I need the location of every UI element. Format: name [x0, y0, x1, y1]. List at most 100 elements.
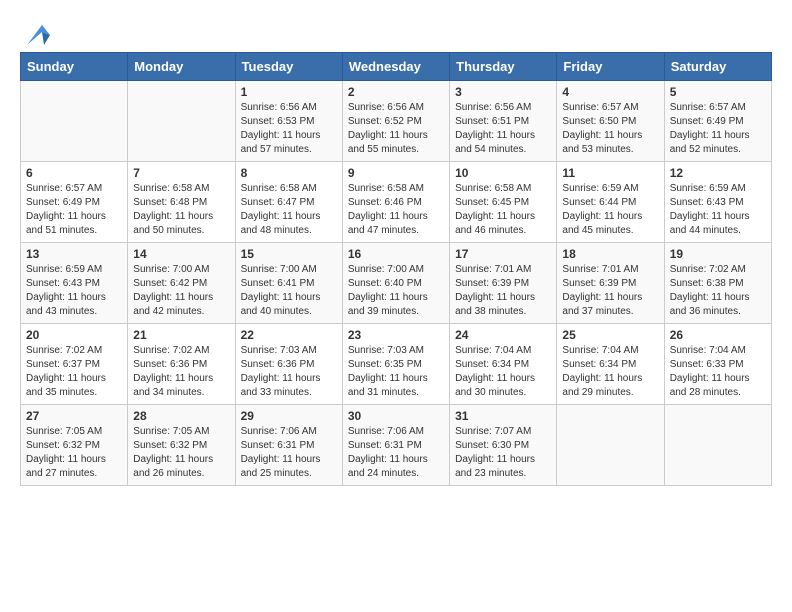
- calendar-cell: [557, 405, 664, 486]
- day-info: Sunrise: 6:57 AM Sunset: 6:50 PM Dayligh…: [562, 101, 658, 157]
- day-number: 17: [455, 247, 551, 261]
- day-number: 30: [348, 409, 444, 423]
- calendar-cell: 8 Sunrise: 6:58 AM Sunset: 6:47 PM Daylig…: [235, 162, 342, 243]
- day-info: Sunrise: 6:58 AM Sunset: 6:47 PM Dayligh…: [241, 182, 337, 238]
- day-info: Sunrise: 6:57 AM Sunset: 6:49 PM Dayligh…: [670, 101, 766, 157]
- day-number: 23: [348, 328, 444, 342]
- calendar-cell: 20 Sunrise: 7:02 AM Sunset: 6:37 PM Dayli…: [21, 324, 128, 405]
- day-number: 19: [670, 247, 766, 261]
- calendar-cell: 16 Sunrise: 7:00 AM Sunset: 6:40 PM Dayli…: [342, 243, 449, 324]
- calendar-cell: 3 Sunrise: 6:56 AM Sunset: 6:51 PM Daylig…: [450, 81, 557, 162]
- calendar-cell: 9 Sunrise: 6:58 AM Sunset: 6:46 PM Daylig…: [342, 162, 449, 243]
- day-info: Sunrise: 6:58 AM Sunset: 6:46 PM Dayligh…: [348, 182, 444, 238]
- day-number: 3: [455, 85, 551, 99]
- day-number: 29: [241, 409, 337, 423]
- logo: [20, 20, 52, 42]
- logo-icon: [22, 20, 52, 50]
- calendar-cell: 1 Sunrise: 6:56 AM Sunset: 6:53 PM Daylig…: [235, 81, 342, 162]
- day-info: Sunrise: 6:58 AM Sunset: 6:48 PM Dayligh…: [133, 182, 229, 238]
- day-info: Sunrise: 7:01 AM Sunset: 6:39 PM Dayligh…: [562, 263, 658, 319]
- day-number: 28: [133, 409, 229, 423]
- day-number: 10: [455, 166, 551, 180]
- day-info: Sunrise: 7:04 AM Sunset: 6:34 PM Dayligh…: [455, 344, 551, 400]
- day-number: 8: [241, 166, 337, 180]
- calendar-cell: 25 Sunrise: 7:04 AM Sunset: 6:34 PM Dayli…: [557, 324, 664, 405]
- calendar-cell: 2 Sunrise: 6:56 AM Sunset: 6:52 PM Daylig…: [342, 81, 449, 162]
- calendar-cell: 23 Sunrise: 7:03 AM Sunset: 6:35 PM Dayli…: [342, 324, 449, 405]
- calendar-cell: [664, 405, 771, 486]
- day-info: Sunrise: 6:57 AM Sunset: 6:49 PM Dayligh…: [26, 182, 122, 238]
- calendar-cell: 13 Sunrise: 6:59 AM Sunset: 6:43 PM Dayli…: [21, 243, 128, 324]
- day-number: 16: [348, 247, 444, 261]
- calendar-cell: 7Sunrise: 6:58 AM Sunset: 6:48 PM Daylig…: [128, 162, 235, 243]
- day-number: 2: [348, 85, 444, 99]
- column-header-tuesday: Tuesday: [235, 53, 342, 81]
- calendar-cell: 28 Sunrise: 7:05 AM Sunset: 6:32 PM Dayli…: [128, 405, 235, 486]
- day-number: 26: [670, 328, 766, 342]
- day-info: Sunrise: 7:02 AM Sunset: 6:37 PM Dayligh…: [26, 344, 122, 400]
- column-header-thursday: Thursday: [450, 53, 557, 81]
- calendar-cell: 17 Sunrise: 7:01 AM Sunset: 6:39 PM Dayli…: [450, 243, 557, 324]
- day-number: 22: [241, 328, 337, 342]
- column-header-monday: Monday: [128, 53, 235, 81]
- column-header-friday: Friday: [557, 53, 664, 81]
- day-number: 24: [455, 328, 551, 342]
- day-info: Sunrise: 6:59 AM Sunset: 6:44 PM Dayligh…: [562, 182, 658, 238]
- day-number: 27: [26, 409, 122, 423]
- calendar-cell: 5Sunrise: 6:57 AM Sunset: 6:49 PM Daylig…: [664, 81, 771, 162]
- day-number: 6: [26, 166, 122, 180]
- day-number: 11: [562, 166, 658, 180]
- calendar-cell: 12Sunrise: 6:59 AM Sunset: 6:43 PM Dayli…: [664, 162, 771, 243]
- calendar-cell: 27 Sunrise: 7:05 AM Sunset: 6:32 PM Dayli…: [21, 405, 128, 486]
- calendar-cell: 10 Sunrise: 6:58 AM Sunset: 6:45 PM Dayli…: [450, 162, 557, 243]
- day-info: Sunrise: 7:03 AM Sunset: 6:36 PM Dayligh…: [241, 344, 337, 400]
- day-info: Sunrise: 7:02 AM Sunset: 6:38 PM Dayligh…: [670, 263, 766, 319]
- day-number: 12: [670, 166, 766, 180]
- calendar-cell: 4 Sunrise: 6:57 AM Sunset: 6:50 PM Daylig…: [557, 81, 664, 162]
- day-info: Sunrise: 7:02 AM Sunset: 6:36 PM Dayligh…: [133, 344, 229, 400]
- day-info: Sunrise: 6:58 AM Sunset: 6:45 PM Dayligh…: [455, 182, 551, 238]
- week-row-3: 13 Sunrise: 6:59 AM Sunset: 6:43 PM Dayli…: [21, 243, 772, 324]
- day-number: 1: [241, 85, 337, 99]
- week-row-2: 6 Sunrise: 6:57 AM Sunset: 6:49 PM Daylig…: [21, 162, 772, 243]
- calendar-cell: 14Sunrise: 7:00 AM Sunset: 6:42 PM Dayli…: [128, 243, 235, 324]
- calendar-cell: 6 Sunrise: 6:57 AM Sunset: 6:49 PM Daylig…: [21, 162, 128, 243]
- day-info: Sunrise: 7:05 AM Sunset: 6:32 PM Dayligh…: [133, 425, 229, 481]
- day-number: 25: [562, 328, 658, 342]
- calendar-cell: 31Sunrise: 7:07 AM Sunset: 6:30 PM Dayli…: [450, 405, 557, 486]
- calendar-cell: 22 Sunrise: 7:03 AM Sunset: 6:36 PM Dayli…: [235, 324, 342, 405]
- day-info: Sunrise: 7:00 AM Sunset: 6:40 PM Dayligh…: [348, 263, 444, 319]
- day-info: Sunrise: 7:05 AM Sunset: 6:32 PM Dayligh…: [26, 425, 122, 481]
- week-row-4: 20 Sunrise: 7:02 AM Sunset: 6:37 PM Dayli…: [21, 324, 772, 405]
- calendar-cell: 11 Sunrise: 6:59 AM Sunset: 6:44 PM Dayli…: [557, 162, 664, 243]
- day-number: 13: [26, 247, 122, 261]
- day-info: Sunrise: 7:04 AM Sunset: 6:33 PM Dayligh…: [670, 344, 766, 400]
- calendar-cell: 19 Sunrise: 7:02 AM Sunset: 6:38 PM Dayli…: [664, 243, 771, 324]
- column-header-sunday: Sunday: [21, 53, 128, 81]
- page-header: [20, 20, 772, 42]
- day-info: Sunrise: 7:07 AM Sunset: 6:30 PM Dayligh…: [455, 425, 551, 481]
- column-header-saturday: Saturday: [664, 53, 771, 81]
- day-info: Sunrise: 6:59 AM Sunset: 6:43 PM Dayligh…: [26, 263, 122, 319]
- day-number: 14: [133, 247, 229, 261]
- day-info: Sunrise: 6:56 AM Sunset: 6:53 PM Dayligh…: [241, 101, 337, 157]
- day-number: 9: [348, 166, 444, 180]
- day-number: 21: [133, 328, 229, 342]
- calendar-cell: [128, 81, 235, 162]
- calendar-cell: 24 Sunrise: 7:04 AM Sunset: 6:34 PM Dayli…: [450, 324, 557, 405]
- week-row-5: 27 Sunrise: 7:05 AM Sunset: 6:32 PM Dayli…: [21, 405, 772, 486]
- day-info: Sunrise: 7:01 AM Sunset: 6:39 PM Dayligh…: [455, 263, 551, 319]
- day-number: 20: [26, 328, 122, 342]
- day-info: Sunrise: 7:06 AM Sunset: 6:31 PM Dayligh…: [241, 425, 337, 481]
- calendar-cell: 30 Sunrise: 7:06 AM Sunset: 6:31 PM Dayli…: [342, 405, 449, 486]
- day-number: 4: [562, 85, 658, 99]
- week-row-1: 1 Sunrise: 6:56 AM Sunset: 6:53 PM Daylig…: [21, 81, 772, 162]
- day-number: 18: [562, 247, 658, 261]
- calendar-cell: 21 Sunrise: 7:02 AM Sunset: 6:36 PM Dayli…: [128, 324, 235, 405]
- day-info: Sunrise: 6:56 AM Sunset: 6:52 PM Dayligh…: [348, 101, 444, 157]
- day-info: Sunrise: 7:06 AM Sunset: 6:31 PM Dayligh…: [348, 425, 444, 481]
- day-info: Sunrise: 7:04 AM Sunset: 6:34 PM Dayligh…: [562, 344, 658, 400]
- day-info: Sunrise: 7:03 AM Sunset: 6:35 PM Dayligh…: [348, 344, 444, 400]
- calendar-table: SundayMondayTuesdayWednesdayThursdayFrid…: [20, 52, 772, 486]
- day-info: Sunrise: 6:56 AM Sunset: 6:51 PM Dayligh…: [455, 101, 551, 157]
